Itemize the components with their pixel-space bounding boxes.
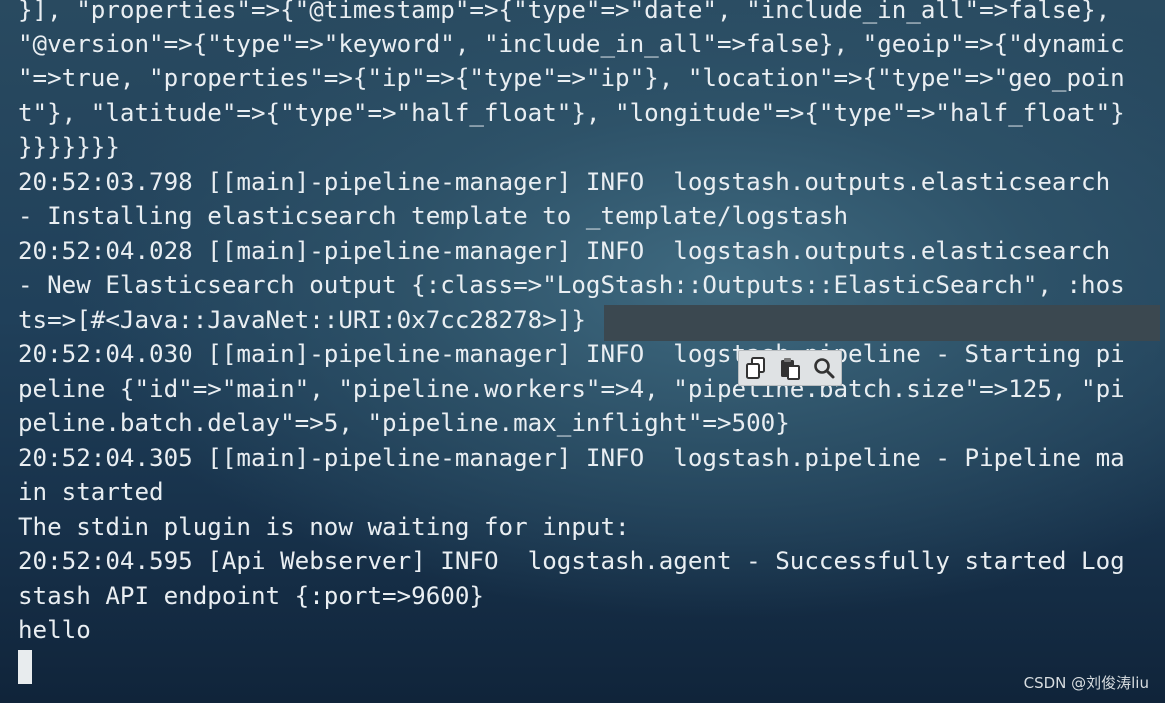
terminal-line: 20:52:04.305 [[main]-pipeline-manager] I…: [18, 444, 1125, 472]
terminal-line: - New Elasticsearch output {:class=>"Log…: [18, 271, 1125, 299]
terminal-line: 20:52:04.028 [[main]-pipeline-manager] I…: [18, 237, 1111, 265]
search-icon[interactable]: [809, 354, 839, 382]
terminal-line: peline {"id"=>"main", "pipeline.workers"…: [18, 375, 1125, 403]
terminal-line: - Installing elasticsearch template to _…: [18, 202, 849, 230]
terminal-line: t"}, "latitude"=>{"type"=>"half_float"},…: [18, 99, 1125, 127]
terminal-line: }}}}}}}: [18, 133, 120, 161]
terminal-line: The stdin plugin is now waiting for inpu…: [18, 513, 630, 541]
terminal-line: in started: [18, 478, 164, 506]
paste-icon[interactable]: [775, 354, 805, 382]
copy-icon[interactable]: [741, 354, 771, 382]
terminal-line: peline.batch.delay"=>5, "pipeline.max_in…: [18, 409, 790, 437]
selection-toolbar: [738, 350, 842, 386]
terminal-line: 20:52:03.798 [[main]-pipeline-manager] I…: [18, 168, 1111, 196]
terminal-line: "=>true, "properties"=>{"ip"=>{"type"=>"…: [18, 64, 1125, 92]
watermark: CSDN @刘俊涛liu: [1023, 674, 1149, 692]
terminal-line: "@version"=>{"type"=>"keyword", "include…: [18, 30, 1125, 58]
terminal-line: ts=>[#<Java::JavaNet::URI:0x7cc28278>]}: [18, 306, 586, 334]
terminal-line: 20:52:04.030 [[main]-pipeline-manager] I…: [18, 340, 1125, 368]
terminal-window[interactable]: }], "properties"=>{"@timestamp"=>{"type"…: [0, 0, 1165, 703]
terminal-input-line: hello: [18, 616, 91, 644]
terminal-cursor: [18, 650, 32, 684]
terminal-line: 20:52:04.595 [Api Webserver] INFO logsta…: [18, 547, 1125, 575]
terminal-line: stash API endpoint {:port=>9600}: [18, 582, 484, 610]
terminal-line: }], "properties"=>{"@timestamp"=>{"type"…: [18, 0, 1111, 24]
